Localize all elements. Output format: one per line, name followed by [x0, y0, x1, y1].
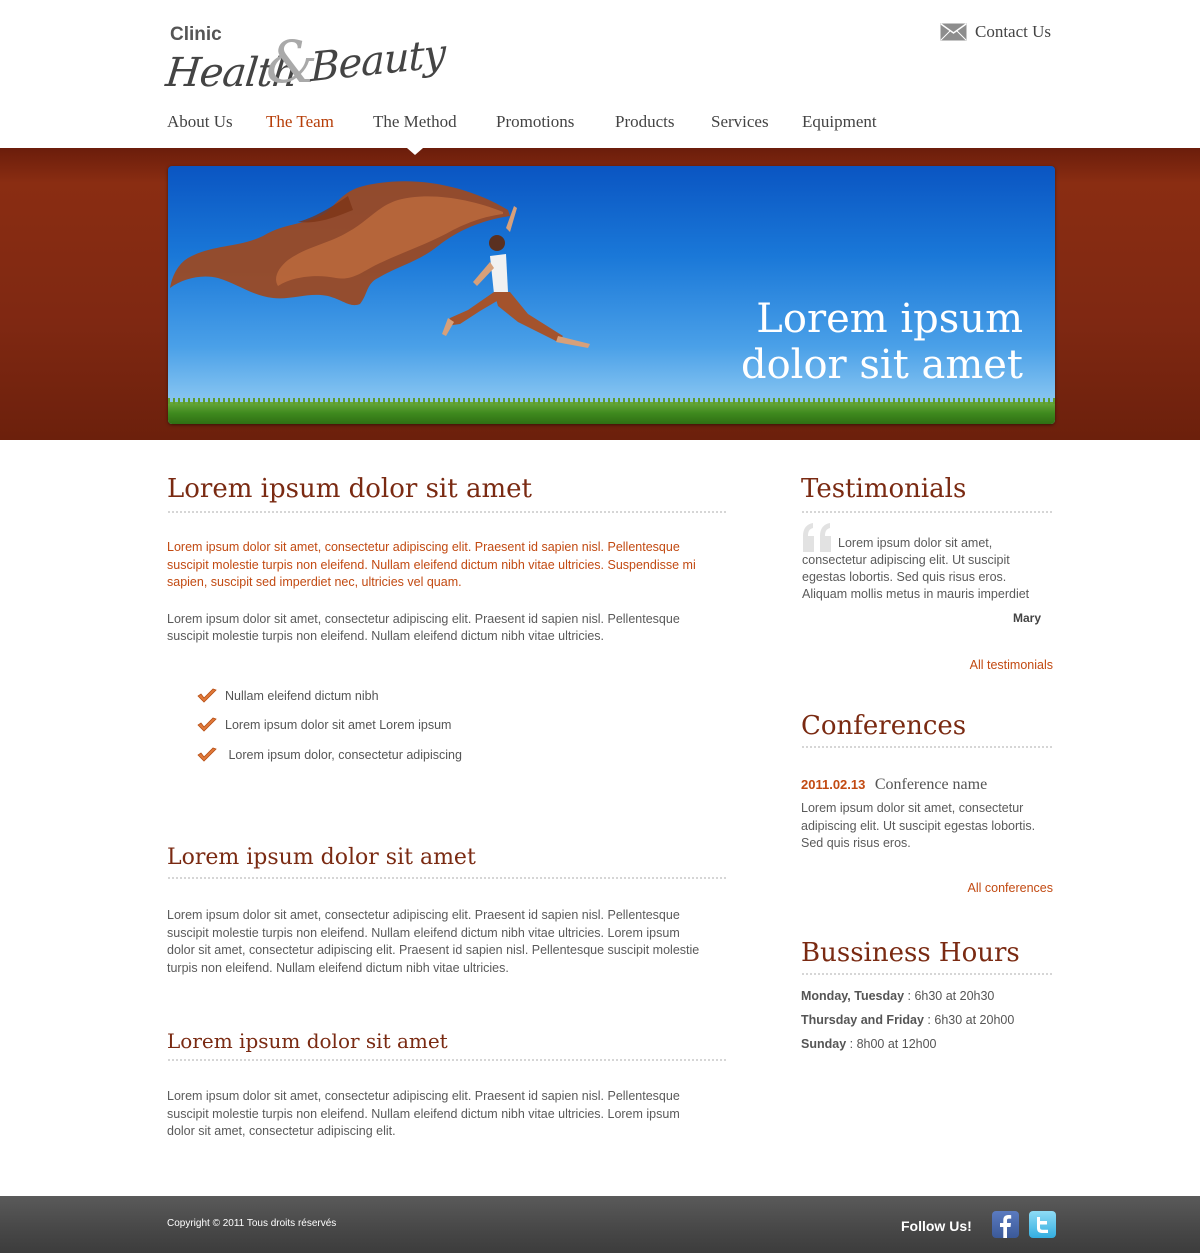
site-header: Clinic Health & Beauty Contact Us About …	[0, 0, 1200, 148]
facebook-icon[interactable]	[992, 1211, 1019, 1238]
section1-divider	[167, 511, 727, 513]
main-content: Lorem ipsum dolor sit amet Lorem ipsum d…	[167, 470, 727, 1141]
body-line: Lorem ipsum dolor sit amet, consectetur …	[167, 908, 680, 922]
checkmark-icon	[197, 747, 217, 762]
twitter-icon[interactable]	[1029, 1211, 1056, 1238]
business-hours-list: Monday, Tuesday : 6h30 at 20h30 Thursday…	[801, 989, 1053, 1061]
section2-divider	[167, 877, 727, 879]
conference-item[interactable]: 2011.02.13 Conference name	[801, 776, 1053, 794]
envelope-icon	[940, 23, 967, 41]
conference-line: Sed quis risus eros.	[801, 836, 911, 850]
checkmark-icon	[197, 717, 217, 732]
logo[interactable]: Clinic Health & Beauty	[164, 22, 445, 100]
section3-title: Lorem ipsum dolor sit amet	[167, 1029, 448, 1053]
conference-line: Lorem ipsum dolor sit amet, consectetur	[801, 801, 1024, 815]
body-line: dolor sit amet, consectetur adipiscing e…	[167, 943, 700, 957]
section2-title: Lorem ipsum dolor sit amet	[167, 845, 476, 870]
hours-time: : 6h30 at 20h00	[923, 1012, 1015, 1027]
checklist-text: Lorem ipsum dolor sit amet Lorem ipsum	[225, 718, 452, 732]
body-line: suscipit molestie turpis non eleifend. N…	[167, 629, 605, 643]
body-line: suscipit molestie turpis non eleifend. N…	[167, 1106, 680, 1121]
nav-promotions[interactable]: Promotions	[496, 112, 574, 132]
nav-the-method[interactable]: The Method	[373, 112, 457, 132]
intro-line: Lorem ipsum dolor sit amet, consectetur …	[167, 540, 680, 554]
facebook-glyph	[1000, 1215, 1012, 1238]
intro-line: suscipit molestie turpis non eleifend. N…	[167, 557, 696, 572]
business-hours-title: Bussiness Hours	[801, 937, 1020, 968]
banner-title: Lorem ipsum dolor sit amet	[741, 296, 1023, 388]
hours-time: : 6h30 at 20h30	[904, 988, 995, 1003]
banner-grass	[168, 398, 1055, 424]
nav-products[interactable]: Products	[615, 112, 675, 132]
body-line: suscipit molestie turpis non eleifend. N…	[167, 925, 680, 940]
section1-title: Lorem ipsum dolor sit amet	[167, 474, 532, 504]
section3-divider	[167, 1059, 727, 1061]
list-item: Lorem ipsum dolor sit amet Lorem ipsum	[197, 717, 727, 747]
conference-description: Lorem ipsum dolor sit amet, consectetur …	[801, 800, 1053, 853]
list-item: Lorem ipsum dolor, consectetur adipiscin…	[197, 747, 727, 777]
testimonials-divider	[801, 511, 1053, 513]
hours-row: Thursday and Friday : 6h30 at 20h00	[801, 1013, 1053, 1037]
hours-row: Monday, Tuesday : 6h30 at 20h30	[801, 989, 1053, 1013]
testimonials-title: Testimonials	[801, 474, 967, 504]
nav-the-team[interactable]: The Team	[266, 112, 334, 132]
hours-time: : 8h00 at 12h00	[846, 1036, 937, 1051]
copyright-text: Copyright © 2011 Tous droits réservés	[167, 1218, 337, 1229]
testimonial-line: consectetur adipiscing elit. Ut suscipit	[802, 553, 1010, 567]
testimonial-line: Lorem ipsum dolor sit amet,	[838, 536, 993, 550]
nav-pointer	[407, 148, 423, 155]
checklist-text: Nullam eleifend dictum nibh	[225, 688, 379, 703]
nav-equipment[interactable]: Equipment	[802, 112, 877, 132]
testimonial: Lorem ipsum dolor sit amet, consectetur …	[801, 522, 1053, 632]
hero-banner: Lorem ipsum dolor sit amet	[168, 166, 1055, 424]
site-footer: Copyright © 2011 Tous droits réservés Fo…	[0, 1196, 1200, 1253]
sidebar: Testimonials Lorem ipsum dolor sit amet,…	[801, 470, 1053, 1061]
body-line: dolor sit amet, consectetur adipiscing e…	[167, 1124, 396, 1138]
list-item: Nullam eleifend dictum nibh	[197, 688, 727, 718]
hours-days: Thursday and Friday	[801, 1012, 924, 1027]
nav-about-us[interactable]: About Us	[167, 112, 233, 132]
hours-days: Monday, Tuesday	[801, 988, 905, 1003]
logo-clinic-text: Clinic	[170, 24, 222, 45]
testimonial-line: egestas lobortis. Sed quis risus eros.	[802, 570, 1007, 584]
logo-beauty-text: Beauty	[310, 30, 445, 92]
checklist-text: Lorem ipsum dolor, consectetur adipiscin…	[225, 747, 462, 762]
testimonial-line: Aliquam mollis metus in mauris imperdiet	[802, 587, 1030, 601]
conference-name: Conference name	[874, 776, 988, 793]
conference-line: adipiscing elit. Ut suscipit egestas lob…	[801, 818, 1036, 833]
conferences-divider	[801, 746, 1053, 748]
banner-title-line1: Lorem ipsum	[756, 296, 1023, 342]
conference-date: 2011.02.13	[801, 777, 866, 792]
section3-body: Lorem ipsum dolor sit amet, consectetur …	[167, 1088, 727, 1141]
section2-body: Lorem ipsum dolor sit amet, consectetur …	[167, 907, 727, 977]
feature-checklist: Nullam eleifend dictum nibh Lorem ipsum …	[197, 688, 727, 777]
body-line: turpis non eleifend. Nullam eleifend dic…	[167, 960, 509, 975]
contact-us-label: Contact Us	[975, 22, 1052, 41]
twitter-glyph	[1037, 1217, 1048, 1233]
contact-us-link[interactable]: Contact Us	[940, 22, 1051, 42]
quote-icon	[803, 523, 831, 552]
banner-title-line2: dolor sit amet	[740, 342, 1023, 388]
hours-row: Sunday : 8h00 at 12h00	[801, 1037, 1053, 1061]
all-conferences-link[interactable]: All conferences	[801, 881, 1053, 895]
intro-line: sapien, suscipit sed imperdiet nec, ultr…	[167, 575, 462, 589]
checkmark-icon	[197, 688, 217, 703]
all-testimonials-link[interactable]: All testimonials	[801, 658, 1053, 672]
body-line: Lorem ipsum dolor sit amet, consectetur …	[167, 611, 680, 626]
conferences-title: Conferences	[801, 711, 967, 741]
section1-intro: Lorem ipsum dolor sit amet, consectetur …	[167, 539, 727, 592]
section1-body: Lorem ipsum dolor sit amet, consectetur …	[167, 611, 727, 646]
testimonial-author: Mary	[1012, 611, 1041, 625]
nav-services[interactable]: Services	[711, 112, 769, 132]
business-hours-divider	[801, 972, 1053, 975]
follow-us-label: Follow Us!	[901, 1218, 972, 1234]
body-line: Lorem ipsum dolor sit amet, consectetur …	[167, 1089, 680, 1103]
hours-days: Sunday	[801, 1036, 847, 1051]
